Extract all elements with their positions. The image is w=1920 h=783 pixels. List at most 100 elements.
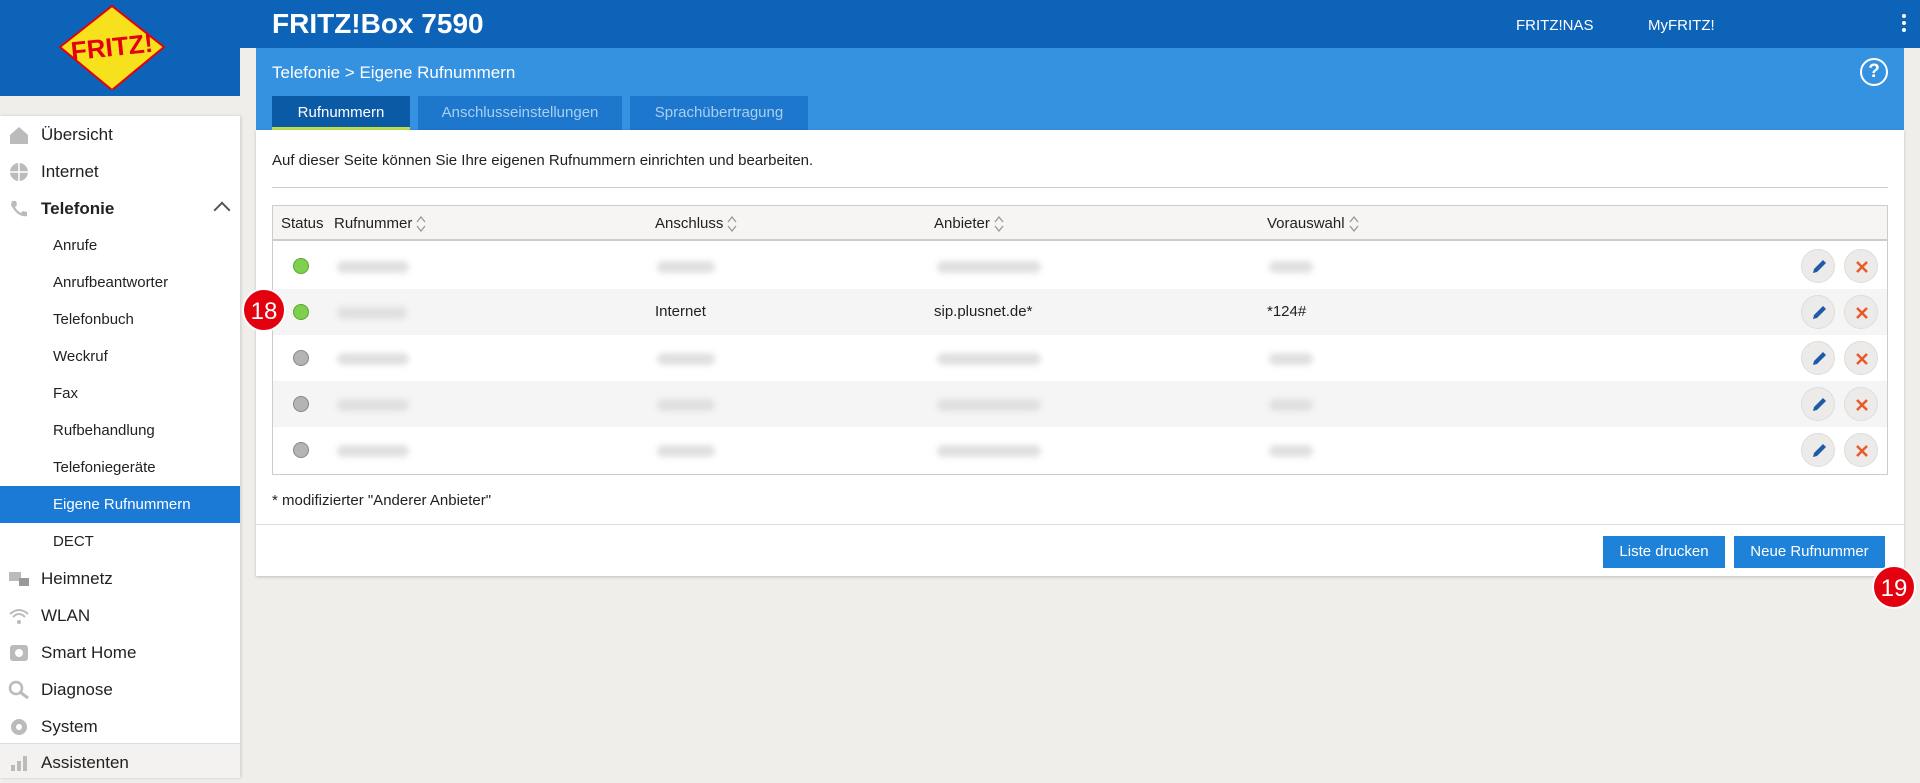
header-anbieter[interactable]: Anbieter xyxy=(934,215,1004,233)
redacted-anbieter xyxy=(937,261,1041,273)
new-number-button[interactable]: Neue Rufnummer xyxy=(1734,536,1885,568)
sidebar-sub-label: Rufbehandlung xyxy=(53,422,155,439)
sidebar-sub-dect[interactable]: DECT xyxy=(0,523,240,560)
product-title: FRITZ!Box 7590 xyxy=(272,8,484,39)
divider xyxy=(256,524,1904,525)
content-card: Auf dieser Seite können Sie Ihre eigenen… xyxy=(256,130,1904,576)
phone-icon xyxy=(11,201,27,217)
more-menu-icon[interactable] xyxy=(1900,14,1908,36)
redacted-vorauswahl xyxy=(1269,445,1313,457)
redacted-anschluss xyxy=(657,399,715,411)
sidebar-item-heimnetz[interactable]: Heimnetz xyxy=(0,560,240,597)
sidebar-sub-weckruf[interactable]: Weckruf xyxy=(0,338,240,375)
rufnummern-table: Status Rufnummer Anschluss Anbieter Vora… xyxy=(272,205,1888,475)
print-list-button[interactable]: Liste drucken xyxy=(1603,536,1725,568)
myfritz-link[interactable]: MyFRITZ! xyxy=(1648,17,1715,34)
chevron-up-icon[interactable] xyxy=(213,201,231,219)
delete-button[interactable] xyxy=(1844,295,1878,329)
sidebar-item-telefonie[interactable]: Telefonie xyxy=(0,190,240,227)
globe-icon xyxy=(10,163,28,181)
sidebar-sub-telefonbuch[interactable]: Telefonbuch xyxy=(0,301,240,338)
redacted-anbieter xyxy=(937,445,1041,457)
close-icon xyxy=(1856,307,1868,319)
edit-button[interactable] xyxy=(1801,295,1835,329)
sidebar-item-label: Telefonie xyxy=(41,199,115,218)
breadcrumb-current: Eigene Rufnummern xyxy=(359,63,516,82)
sidebar-sub-anrufe[interactable]: Anrufe xyxy=(0,227,240,264)
close-icon xyxy=(1856,353,1868,365)
system-gear-icon xyxy=(11,719,27,735)
sort-icon xyxy=(727,216,737,233)
tab-rufnummern[interactable]: Rufnummern xyxy=(272,96,410,130)
smart-home-icon xyxy=(10,645,28,661)
sidebar-item-label: Internet xyxy=(41,162,99,181)
breadcrumb-parent[interactable]: Telefonie xyxy=(272,63,340,82)
header-rufnummer[interactable]: Rufnummer xyxy=(334,215,426,233)
sidebar-item-diagnose[interactable]: Diagnose xyxy=(0,671,240,708)
table-row: Internet sip.plusnet.de* *124# xyxy=(273,289,1887,335)
delete-button[interactable] xyxy=(1844,433,1878,467)
breadcrumb: Telefonie > Eigene Rufnummern xyxy=(272,63,515,83)
sidebar-item-uebersicht[interactable]: Übersicht xyxy=(0,116,240,153)
close-icon xyxy=(1856,261,1868,273)
status-inactive-icon xyxy=(293,350,309,366)
tab-bar: Rufnummern Anschlusseinstellungen Sprach… xyxy=(272,96,816,130)
sidebar-item-internet[interactable]: Internet xyxy=(0,153,240,190)
footnote: * modifizierter "Anderer Anbieter" xyxy=(272,492,492,509)
cell-anbieter: sip.plusnet.de* xyxy=(934,303,1033,320)
edit-button[interactable] xyxy=(1801,341,1835,375)
home-icon xyxy=(10,127,28,144)
fritz-nas-link[interactable]: FRITZ!NAS xyxy=(1516,17,1594,34)
pencil-icon xyxy=(1813,352,1826,365)
table-row xyxy=(273,381,1887,427)
sidebar-sub-anrufbeantworter[interactable]: Anrufbeantworter xyxy=(0,264,240,301)
sidebar-sub-label: Anrufe xyxy=(53,237,98,254)
edit-button[interactable] xyxy=(1801,433,1835,467)
header-vorauswahl[interactable]: Vorauswahl xyxy=(1267,215,1359,233)
sidebar-sub-label: DECT xyxy=(53,533,94,550)
help-icon[interactable]: ? xyxy=(1860,58,1888,86)
status-inactive-icon xyxy=(293,442,309,458)
pencil-icon xyxy=(1813,306,1826,319)
top-bar: FRITZ!Box 7590 FRITZ!NAS MyFRITZ! xyxy=(0,0,1920,48)
table-header: Status Rufnummer Anschluss Anbieter Vora… xyxy=(273,206,1887,241)
sidebar-sub-label: Eigene Rufnummern xyxy=(53,496,191,513)
sidebar-sub-rufbehandlung[interactable]: Rufbehandlung xyxy=(0,412,240,449)
close-icon xyxy=(1856,445,1868,457)
header-status: Status xyxy=(281,215,324,232)
sidebar-sub-telefoniegeraete[interactable]: Telefoniegeräte xyxy=(0,449,240,486)
close-icon xyxy=(1856,399,1868,411)
sidebar-item-assistenten[interactable]: Assistenten xyxy=(0,743,240,778)
sort-icon xyxy=(1349,216,1359,233)
tab-anschlusseinstellungen[interactable]: Anschlusseinstellungen xyxy=(418,96,622,130)
sidebar-item-label: Übersicht xyxy=(41,125,113,144)
table-row xyxy=(273,427,1887,473)
sidebar-item-smart-home[interactable]: Smart Home xyxy=(0,634,240,671)
cell-vorauswahl: *124# xyxy=(1267,303,1307,320)
network-icon xyxy=(9,572,29,586)
fritz-logo[interactable]: FRITZ! xyxy=(56,4,168,90)
tab-sprachuebertragung[interactable]: Sprachübertragung xyxy=(630,96,808,130)
sidebar-item-label: Assistenten xyxy=(41,753,129,772)
redacted-anschluss xyxy=(657,261,715,273)
redacted-anbieter xyxy=(937,353,1041,365)
cell-anschluss: Internet xyxy=(655,303,706,320)
redacted-rufnummer xyxy=(337,445,409,457)
delete-button[interactable] xyxy=(1844,387,1878,421)
sidebar-sub-eigene-rufnummern[interactable]: Eigene Rufnummern xyxy=(0,486,240,523)
breadcrumb-separator: > xyxy=(344,63,355,82)
edit-button[interactable] xyxy=(1801,249,1835,283)
redacted-vorauswahl xyxy=(1269,261,1313,273)
sidebar-item-wlan[interactable]: WLAN xyxy=(0,597,240,634)
delete-button[interactable] xyxy=(1844,249,1878,283)
header-anschluss[interactable]: Anschluss xyxy=(655,215,737,233)
sidebar-item-system[interactable]: System xyxy=(0,708,240,745)
status-active-icon xyxy=(293,258,309,274)
status-active-icon xyxy=(293,304,309,320)
pencil-icon xyxy=(1813,444,1826,457)
delete-button[interactable] xyxy=(1844,341,1878,375)
edit-button[interactable] xyxy=(1801,387,1835,421)
sidebar-sub-fax[interactable]: Fax xyxy=(0,375,240,412)
sort-icon xyxy=(994,216,1004,233)
table-row xyxy=(273,335,1887,381)
